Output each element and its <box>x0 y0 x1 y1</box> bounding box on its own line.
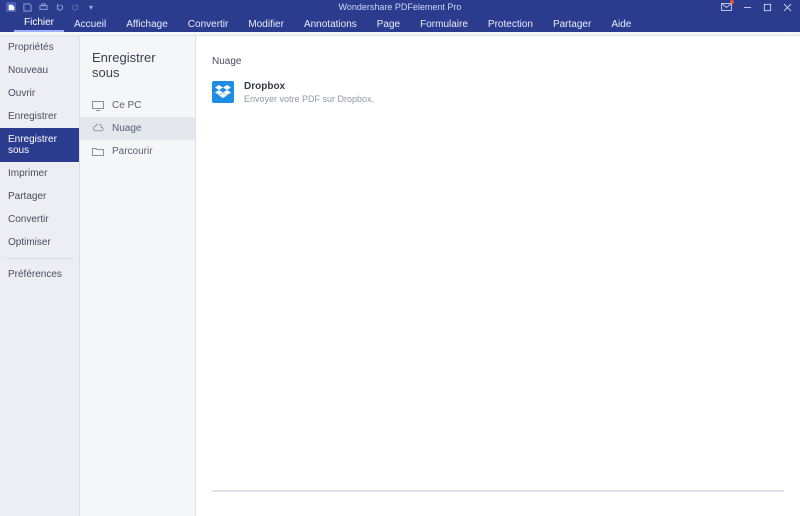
notification-icon[interactable] <box>720 2 732 12</box>
app-logo-icon <box>6 2 16 12</box>
window-controls <box>720 0 800 14</box>
saveas-locations-panel: Enregistrer sous Ce PC Nuage Parcourir <box>80 36 196 516</box>
saveas-content-pane: Nuage Dropbox Envoyer votre PDF sur Drop… <box>196 36 800 516</box>
file-menu-nouveau[interactable]: Nouveau <box>0 59 79 82</box>
minimize-button[interactable] <box>742 2 752 12</box>
file-menu-convertir[interactable]: Convertir <box>0 208 79 231</box>
tab-partager[interactable]: Partager <box>543 16 601 32</box>
redo-icon[interactable] <box>70 2 80 12</box>
file-menu-separator <box>6 258 73 259</box>
tab-accueil[interactable]: Accueil <box>64 16 116 32</box>
tab-aide[interactable]: Aide <box>601 16 641 32</box>
quick-access-toolbar: ▾ <box>0 2 96 12</box>
dropbox-icon <box>212 81 234 103</box>
qat-dropdown-icon[interactable]: ▾ <box>86 2 96 12</box>
file-menu-ouvrir[interactable]: Ouvrir <box>0 82 79 105</box>
app-title: Wondershare PDFelement Pro <box>0 2 800 12</box>
file-menu-sidebar: Propriétés Nouveau Ouvrir Enregistrer En… <box>0 36 80 516</box>
location-label: Nuage <box>112 123 141 134</box>
save-icon[interactable] <box>22 2 32 12</box>
provider-name: Dropbox <box>244 81 374 92</box>
ribbon-tabs: Fichier Accueil Affichage Convertir Modi… <box>0 14 800 32</box>
workspace: Propriétés Nouveau Ouvrir Enregistrer En… <box>0 36 800 516</box>
location-ce-pc[interactable]: Ce PC <box>80 94 195 117</box>
file-menu-enregistrer-sous[interactable]: Enregistrer sous <box>0 128 79 162</box>
tab-annotations[interactable]: Annotations <box>294 16 367 32</box>
file-menu-partager[interactable]: Partager <box>0 185 79 208</box>
provider-dropbox[interactable]: Dropbox Envoyer votre PDF sur Dropbox. <box>212 81 472 104</box>
saveas-heading: Enregistrer sous <box>80 36 195 94</box>
file-menu-optimiser[interactable]: Optimiser <box>0 231 79 254</box>
folder-icon <box>92 147 104 157</box>
provider-description: Envoyer votre PDF sur Dropbox. <box>244 94 374 104</box>
undo-icon[interactable] <box>54 2 64 12</box>
location-nuage[interactable]: Nuage <box>80 117 195 140</box>
cloud-section-title: Nuage <box>212 56 784 67</box>
file-menu-proprietes[interactable]: Propriétés <box>0 36 79 59</box>
print-icon[interactable] <box>38 2 48 12</box>
maximize-button[interactable] <box>762 2 772 12</box>
tab-affichage[interactable]: Affichage <box>116 16 178 32</box>
file-menu-imprimer[interactable]: Imprimer <box>0 162 79 185</box>
close-button[interactable] <box>782 2 792 12</box>
monitor-icon <box>92 101 104 111</box>
file-menu-preferences[interactable]: Préférences <box>0 263 79 286</box>
location-parcourir[interactable]: Parcourir <box>80 140 195 163</box>
tab-fichier[interactable]: Fichier <box>14 14 64 32</box>
title-bar: ▾ Wondershare PDFelement Pro <box>0 0 800 14</box>
location-label: Ce PC <box>112 100 141 111</box>
tab-modifier[interactable]: Modifier <box>238 16 294 32</box>
tab-convertir[interactable]: Convertir <box>178 16 239 32</box>
cloud-icon <box>92 124 104 134</box>
tab-protection[interactable]: Protection <box>478 16 543 32</box>
tab-formulaire[interactable]: Formulaire <box>410 16 478 32</box>
location-label: Parcourir <box>112 146 153 157</box>
bottom-shelf <box>212 490 784 504</box>
file-menu-enregistrer[interactable]: Enregistrer <box>0 105 79 128</box>
provider-text: Dropbox Envoyer votre PDF sur Dropbox. <box>244 81 374 104</box>
tab-page[interactable]: Page <box>367 16 410 32</box>
